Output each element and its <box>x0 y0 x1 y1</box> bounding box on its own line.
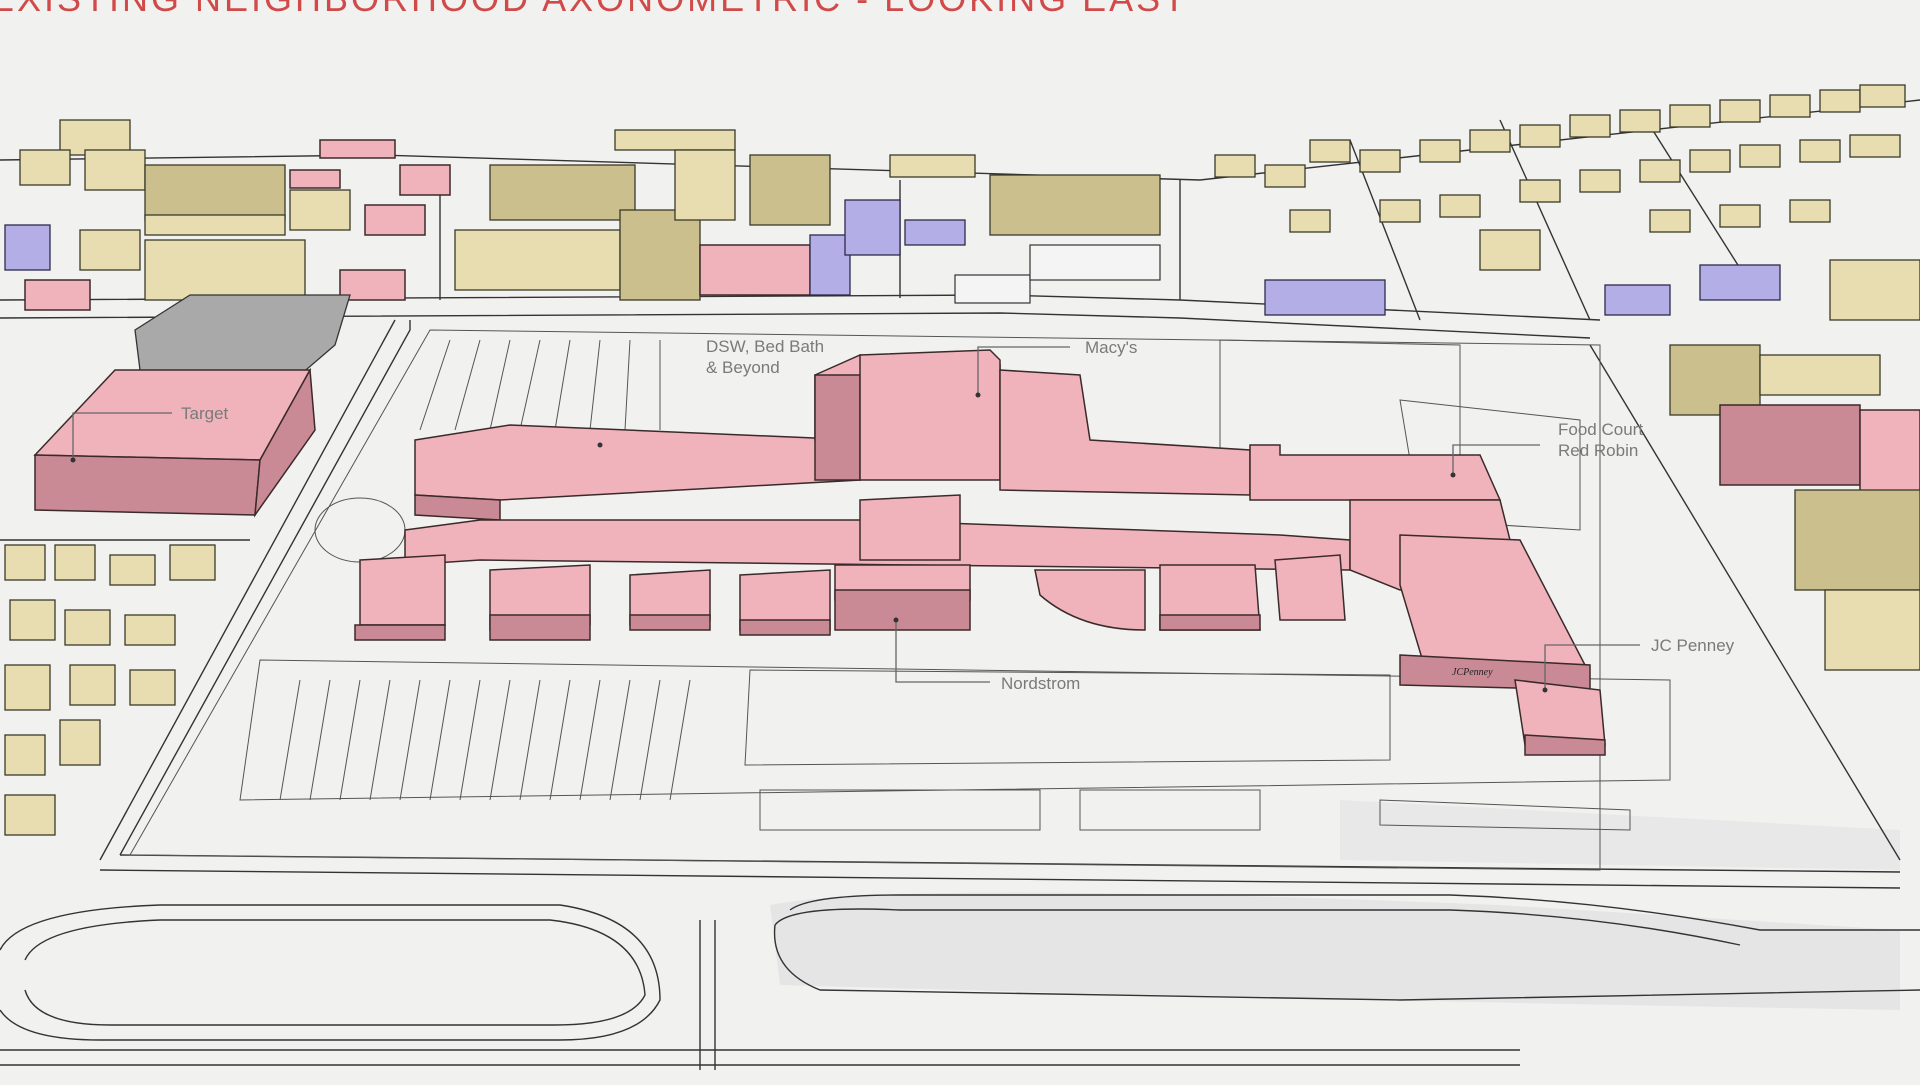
axonometric-map: EXISTING NEIGHBORHOOD AXONOMETRIC - LOOK… <box>0 0 1920 1080</box>
slide-title: EXISTING NEIGHBORHOOD AXONOMETRIC - LOOK… <box>0 0 1188 20</box>
label-dsw-line2: & Beyond <box>706 358 780 377</box>
label-dsw-line1: DSW, Bed Bath <box>706 337 824 356</box>
label-red-robin: Red Robin <box>1558 441 1638 460</box>
label-food-court: Food Court <box>1558 420 1643 439</box>
label-jc-penney: JC Penney <box>1651 636 1735 655</box>
label-nordstrom: Nordstrom <box>1001 674 1080 693</box>
jcpenney-sign: JCPenney <box>1452 667 1493 678</box>
label-target: Target <box>181 404 229 423</box>
label-macys: Macy's <box>1085 338 1137 357</box>
map-drawing: Target DSW, Bed Bath & Beyond Macy's Foo… <box>0 0 1920 1080</box>
